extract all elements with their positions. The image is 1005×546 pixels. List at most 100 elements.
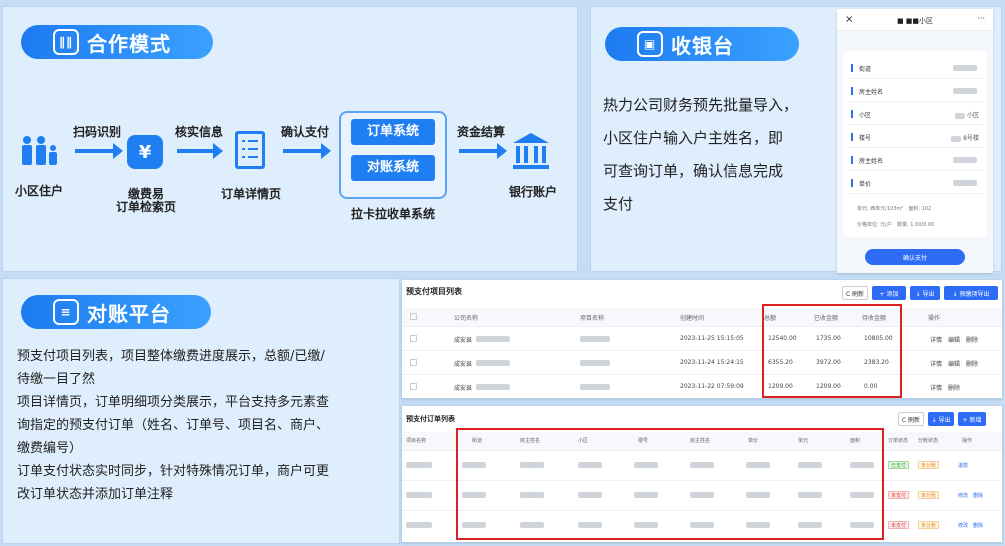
order-detail-label: 订单详情页	[220, 187, 281, 201]
cashier-line: 热力公司财务预先批量导入，	[603, 96, 799, 114]
phone-field-row: 小区 小区	[847, 103, 983, 125]
field-label: 房主姓名	[859, 158, 884, 165]
split-status-badge: 未分账	[918, 461, 940, 469]
recon-line: 预支付项目列表，项目整体缴费进度展示，总额/已缴/	[17, 349, 325, 364]
phone-field-row: 街道	[847, 57, 983, 79]
time-cell: 2023-11-25 15:15:05	[680, 335, 744, 342]
coop-panel: ∥∥ 合作模式 小区住户 扫码识别 ¥ 缴费易 订单检索页 核实信息 订单详情页 …	[2, 6, 578, 272]
field-value: 小区	[954, 110, 979, 119]
row-actions[interactable]: 详情 编辑 删除	[930, 335, 978, 344]
phone-field-row: 房主姓名	[847, 80, 983, 102]
cashier-panel: ▣ 收银台 热力公司财务预先批量导入， 小区住户输入户主姓名，即 可查询订单，确认…	[590, 6, 1002, 273]
coop-title: ∥∥ 合作模式	[21, 25, 213, 59]
cashier-desc: 热力公司财务预先批量导入， 小区住户输入户主姓名，即 可查询订单，确认信息完成 …	[603, 89, 829, 221]
row-actions[interactable]: 详情 删除	[930, 383, 960, 392]
export-button[interactable]: ↓ 导出	[928, 412, 954, 426]
field-value-text: 8号楼	[963, 135, 979, 142]
redacted-company	[476, 360, 510, 366]
phone-header: × ■ ■■小区 ···	[837, 9, 993, 31]
order-search-label: 订单检索页	[115, 200, 176, 214]
redacted-value	[953, 64, 977, 71]
row-checkbox[interactable]	[410, 335, 417, 342]
field-value: 8号楼	[951, 133, 979, 142]
order-status-badge: 未支付	[888, 491, 910, 499]
redacted-cell	[406, 462, 432, 468]
field-value-text: 小区	[966, 112, 979, 119]
recon-line: 订单支付状态实时同步，针对特殊情况订单，商户可更	[17, 464, 330, 479]
redacted-value	[953, 179, 977, 186]
checklist-icon	[235, 131, 265, 169]
header-checkbox[interactable]	[410, 313, 417, 320]
t1-col-header: 公司名称	[454, 315, 479, 322]
field-label: 小区	[859, 112, 872, 119]
confirm-pay-button[interactable]: 确认支付	[865, 249, 965, 265]
row-actions[interactable]: 修改 删除	[958, 522, 983, 529]
field-marker	[851, 179, 853, 187]
recon-line: 缴费编号）	[17, 441, 83, 456]
row-actions[interactable]: 退款	[958, 462, 968, 469]
phone-field-row: 楼号 8号楼	[847, 126, 983, 148]
field-label: 街道	[859, 66, 872, 73]
refresh-button[interactable]: C 刷新	[898, 412, 924, 426]
field-value	[953, 156, 979, 163]
arrow-scan	[75, 143, 123, 159]
field-marker	[851, 133, 853, 141]
cash-register-icon: ▣	[637, 31, 663, 57]
redacted-value	[953, 156, 977, 163]
redacted-value	[951, 135, 962, 142]
recon-panel: ≡ 对账平台 预支付项目列表，项目整体缴费进度展示，总额/已缴/ 待缴一目了然 项…	[2, 278, 400, 544]
t2-col-header: 分账状态	[918, 438, 939, 444]
document-icon: ≡	[53, 299, 79, 325]
field-marker	[851, 110, 853, 118]
export-prepaid-button[interactable]: ↓ 预缴项导出	[944, 286, 998, 300]
t1-title: 预支付项目列表	[406, 287, 462, 296]
company-cell: 成安县	[454, 337, 473, 344]
company-cell: 成安县	[454, 361, 473, 368]
row-actions[interactable]: 详情 编辑 删除	[930, 359, 978, 368]
field-label: 单价	[859, 181, 872, 188]
cashier-line: 可查询订单，确认信息完成	[603, 162, 784, 180]
redacted-company	[476, 384, 510, 390]
recon-title: ≡ 对账平台	[21, 295, 211, 329]
split-status-badge: 未分账	[918, 491, 940, 499]
cashier-line: 小区住户输入户主姓名，即	[603, 129, 784, 147]
row-actions[interactable]: 修改 删除	[958, 492, 983, 499]
recon-line: 待缴一目了然	[17, 372, 96, 387]
row-checkbox[interactable]	[410, 359, 417, 366]
arrow-pay	[283, 143, 331, 159]
order-list-card: 预支付订单列表 C 刷新 ↓ 导出 + 新增 项目名称 街道 房主姓名 小区 楼号 房主姓…	[402, 406, 1002, 542]
field-marker	[851, 64, 853, 72]
t1-col-header: 创建时间	[680, 315, 705, 322]
t1-col-header: 操作	[928, 315, 941, 322]
field-value	[953, 179, 979, 186]
row-checkbox[interactable]	[410, 383, 417, 390]
add-button[interactable]: + 新增	[958, 412, 986, 426]
recon-line: 改订单状态并添加订单注释	[17, 487, 174, 502]
resident-label: 小区住户	[14, 184, 63, 198]
yen-app-icon: ¥	[127, 135, 163, 169]
phone-title: ■ ■■小区	[896, 17, 934, 25]
add-button[interactable]: + 添加	[872, 286, 906, 300]
redacted-cell	[406, 522, 432, 528]
more-icon[interactable]: ···	[977, 14, 985, 23]
order-system-tag: 订单系统	[351, 119, 435, 145]
recon-desc: 预支付项目列表，项目整体缴费进度展示，总额/已缴/ 待缴一目了然 项目详情页，订…	[17, 345, 397, 506]
field-label: 房主姓名	[859, 89, 884, 96]
t1-col-header: 项目名称	[580, 315, 605, 322]
time-cell: 2023-11-24 15:24:15	[680, 359, 744, 366]
arrow-settle	[459, 143, 507, 159]
refresh-button[interactable]: C 刷新	[842, 286, 868, 300]
lakala-label: 拉卡拉收单系统	[350, 207, 435, 221]
phone-field-row: 单价	[847, 172, 983, 194]
recon-system-tag: 对账系统	[351, 155, 435, 181]
phone-info: 单元: 西单元/103m² 面积: 102 价格单位: 元/户 数量: 1.00…	[857, 206, 935, 228]
field-value	[953, 87, 979, 94]
export-button[interactable]: ↓ 导出	[910, 286, 940, 300]
order-status-badge: 未支付	[888, 521, 910, 529]
time-cell: 2023-11-22 07:59:09	[680, 383, 744, 390]
t2-highlight	[456, 428, 884, 540]
recon-line: 询指定的预支付订单（姓名、订单号、项目名、商户、	[17, 418, 330, 433]
field-marker	[851, 156, 853, 164]
field-label: 楼号	[859, 135, 872, 142]
scan-label: 扫码识别	[72, 125, 121, 139]
